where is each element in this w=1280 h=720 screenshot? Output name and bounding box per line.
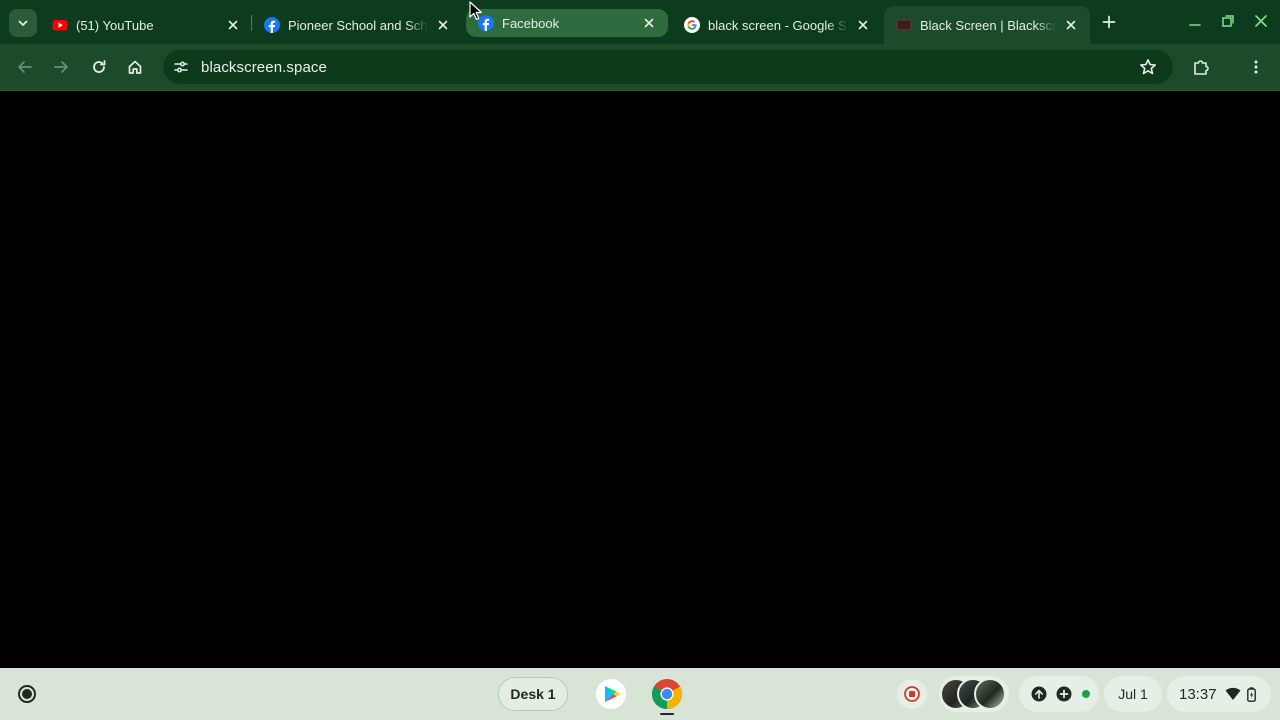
play-store-icon[interactable] (594, 677, 628, 711)
clock-time: 13:37 (1179, 685, 1217, 703)
tab-title: Pioneer School and School (288, 17, 428, 33)
home-button[interactable] (122, 54, 148, 80)
more-vertical-icon (1254, 60, 1258, 74)
close-tab-icon[interactable] (434, 16, 452, 34)
add-circle-icon (1056, 686, 1072, 702)
mouse-cursor (469, 1, 483, 26)
minimize-button[interactable] (1184, 10, 1206, 32)
url-text[interactable]: blackscreen.space (201, 59, 327, 76)
launcher-icon (18, 685, 36, 703)
tab-strip: (51) YouTube Pioneer School and School F… (0, 0, 1280, 44)
extensions-button[interactable] (1188, 54, 1214, 80)
close-icon (1255, 15, 1267, 27)
date-tray[interactable]: Jul 1 (1104, 676, 1162, 712)
close-tab-icon[interactable] (1062, 16, 1080, 34)
youtube-icon (52, 17, 68, 33)
minimize-icon (1189, 24, 1201, 26)
tab-pioneer-school[interactable]: Pioneer School and School (252, 6, 462, 44)
reload-icon (93, 60, 106, 73)
tab-title: (51) YouTube (76, 17, 154, 33)
shelf: Desk 1 Jul 1 13:37 (0, 668, 1280, 720)
close-tab-icon[interactable] (224, 16, 242, 34)
active-dot-icon (1081, 689, 1091, 699)
close-tab-icon[interactable] (640, 14, 658, 32)
notification-tray[interactable] (1019, 676, 1099, 712)
new-tab-button[interactable] (1098, 11, 1120, 33)
launcher-button[interactable] (14, 681, 40, 707)
tab-facebook[interactable]: Facebook (466, 9, 668, 37)
upload-icon (1031, 686, 1047, 702)
arrow-right-icon (54, 61, 68, 73)
browser-toolbar: blackscreen.space (0, 44, 1280, 91)
holding-space-thumbnail[interactable] (974, 678, 1006, 710)
arrow-left-icon (18, 61, 32, 73)
facebook-icon (264, 17, 280, 33)
close-window-button[interactable] (1250, 10, 1272, 32)
close-tab-icon[interactable] (854, 16, 872, 34)
screen-record-button[interactable] (897, 679, 927, 709)
chrome-icon[interactable] (650, 677, 684, 711)
tab-youtube[interactable]: (51) YouTube (40, 6, 252, 44)
restore-button[interactable] (1217, 10, 1239, 32)
forward-button[interactable] (48, 54, 74, 80)
wifi-icon (1225, 687, 1241, 701)
home-icon (128, 60, 142, 74)
restore-icon (1222, 15, 1234, 27)
bookmark-star-icon[interactable] (1139, 58, 1157, 76)
record-icon (904, 686, 920, 702)
holding-space-tray[interactable] (939, 676, 1009, 712)
tab-search-button[interactable] (9, 9, 37, 37)
blackscreen-favicon (896, 17, 912, 33)
tab-black-screen[interactable]: Black Screen | Blackscreen (884, 6, 1090, 44)
battery-icon (1246, 686, 1256, 702)
screen: (51) YouTube Pioneer School and School F… (0, 0, 1280, 720)
tab-title: Facebook (502, 15, 560, 31)
site-info-icon[interactable] (171, 57, 191, 77)
back-button[interactable] (12, 54, 38, 80)
plus-icon (1102, 15, 1116, 29)
tab-title: black screen - Google Search (708, 17, 848, 33)
desk-button[interactable]: Desk 1 (498, 677, 568, 711)
running-indicator (660, 713, 674, 715)
reload-button[interactable] (86, 54, 112, 80)
address-bar[interactable]: blackscreen.space (163, 50, 1173, 84)
puzzle-icon (1194, 60, 1209, 75)
tab-google-search[interactable]: black screen - Google Search (672, 6, 882, 44)
status-area[interactable]: 13:37 (1167, 676, 1271, 712)
google-icon (684, 17, 700, 33)
browser-menu-button[interactable] (1243, 54, 1269, 80)
page-content-black-screen[interactable] (2, 92, 1278, 668)
chevron-down-icon (18, 20, 28, 26)
tab-title: Black Screen | Blackscreen (920, 17, 1056, 33)
